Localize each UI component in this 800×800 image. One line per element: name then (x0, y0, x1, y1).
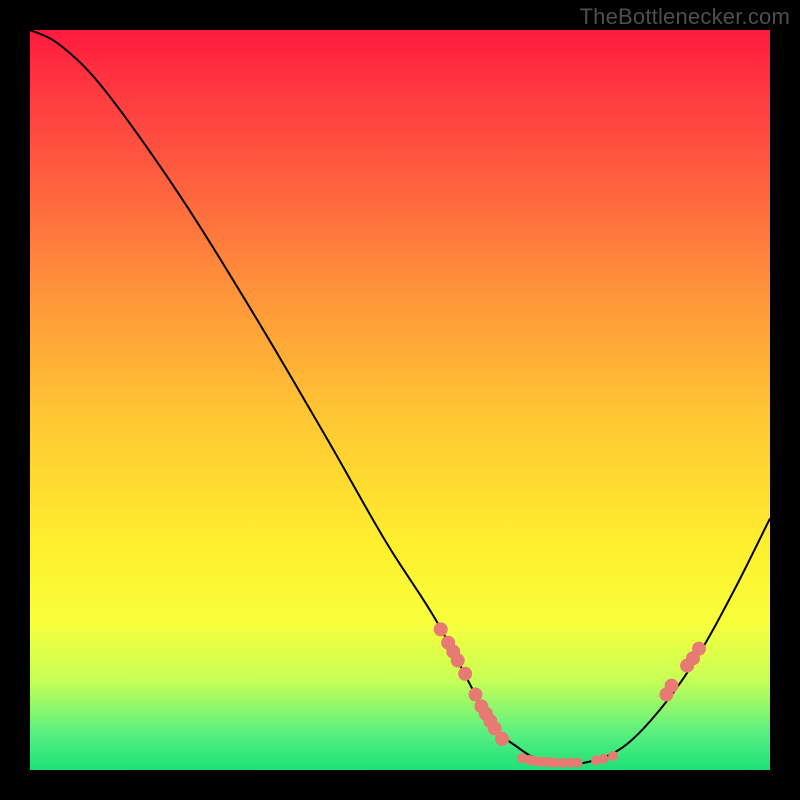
data-marker (692, 642, 706, 656)
data-marker (665, 679, 679, 693)
data-marker (573, 758, 583, 768)
chart-frame: TheBottlenecker.com (0, 0, 800, 800)
data-marker (468, 688, 482, 702)
bottleneck-curve (30, 30, 770, 764)
data-marker (495, 732, 509, 746)
data-marker (451, 653, 465, 667)
data-marker (608, 751, 618, 761)
watermark-text: TheBottlenecker.com (580, 4, 790, 30)
chart-svg (30, 30, 770, 770)
data-marker (458, 667, 472, 681)
data-marker (599, 754, 609, 764)
data-marker (434, 622, 448, 636)
data-markers (434, 622, 706, 767)
plot-area (30, 30, 770, 770)
